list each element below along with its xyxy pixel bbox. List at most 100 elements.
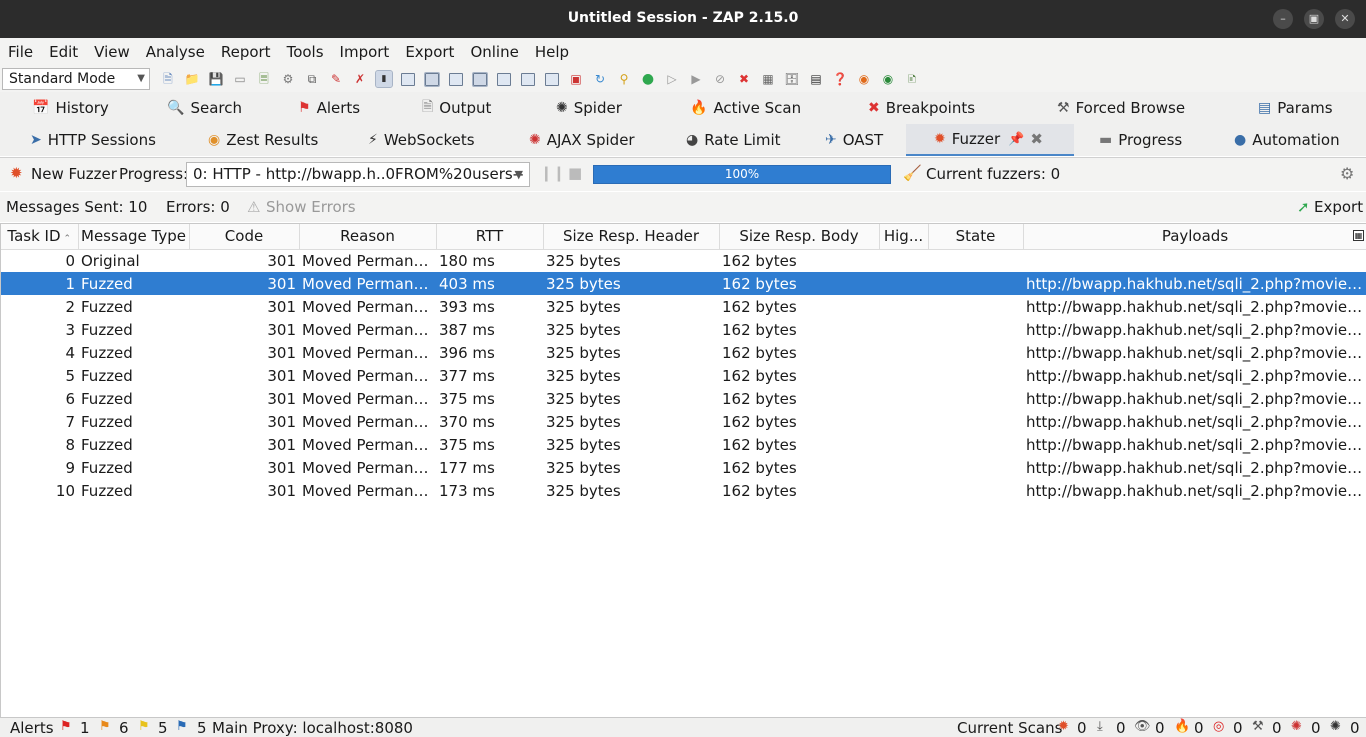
table-row[interactable]: 7 Fuzzed 301 Moved Permane... 370 ms 325 byte…	[1, 410, 1366, 433]
tab-http-sessions[interactable]: ➤ HTTP Sessions	[30, 124, 156, 156]
col-rtt[interactable]: RTT	[436, 224, 544, 250]
menu-help[interactable]: Help	[535, 43, 569, 61]
table-row[interactable]: 4 Fuzzed 301 Moved Permane... 396 ms 325 byte…	[1, 341, 1366, 364]
close-tab-icon[interactable]: ✖	[1030, 130, 1043, 148]
new-fuzzer-button[interactable]: New Fuzzer	[31, 165, 117, 183]
layout-expand-info-icon[interactable]	[424, 71, 440, 87]
save-session-icon[interactable]: 💾	[208, 71, 224, 87]
menu-view[interactable]: View	[94, 43, 130, 61]
tab-search[interactable]: 🔍 Search	[167, 92, 242, 124]
table-row[interactable]: 10 Fuzzed 301 Moved Permane... 173 ms 325 byt…	[1, 479, 1366, 502]
col-code[interactable]: Code	[189, 224, 300, 250]
tab-breakpoints[interactable]: ✖ Breakpoints	[868, 92, 975, 124]
col-state[interactable]: State	[928, 224, 1024, 250]
table-row[interactable]: 5 Fuzzed 301 Moved Permane... 377 ms 325 byte…	[1, 364, 1366, 387]
new-context-icon[interactable]: ✎	[328, 71, 344, 87]
table-row[interactable]: 3 Fuzzed 301 Moved Permane... 387 ms 325 byte…	[1, 318, 1366, 341]
drop-icon[interactable]: ⊘	[712, 71, 728, 87]
manual-request-icon[interactable]: 🗄	[784, 71, 800, 87]
refresh-icon[interactable]: ↻	[592, 71, 608, 87]
scan-icon[interactable]: ▦	[760, 71, 776, 87]
menu-report[interactable]: Report	[221, 43, 271, 61]
export-context-icon[interactable]: ⧉	[304, 71, 320, 87]
menu-online[interactable]: Online	[470, 43, 518, 61]
layout-top-icon[interactable]	[521, 72, 535, 86]
pause-icon[interactable]: ❙❙	[540, 164, 565, 182]
menu-file[interactable]: File	[8, 43, 33, 61]
layout-right-icon[interactable]	[545, 72, 559, 86]
tab-websockets[interactable]: ⚡ WebSockets	[368, 124, 475, 156]
maximize-button[interactable]: ▣	[1304, 9, 1324, 29]
tab-alerts[interactable]: ⚑ Alerts	[298, 92, 360, 124]
cell-task-id: 0	[65, 251, 75, 270]
table-row[interactable]: 0 Original 301 Moved Permane... 180 ms 325 by…	[1, 249, 1366, 272]
menu-edit[interactable]: Edit	[49, 43, 78, 61]
lightbulb-icon[interactable]: ⚲	[616, 71, 632, 87]
chrome-icon[interactable]: ◉	[880, 71, 896, 87]
menu-tools[interactable]: Tools	[287, 43, 324, 61]
table-row[interactable]: 6 Fuzzed 301 Moved Permane... 375 ms 325 byte…	[1, 387, 1366, 410]
new-session-icon[interactable]: 🗎	[160, 71, 176, 87]
continue-icon[interactable]: ▶	[688, 71, 704, 87]
menu-analyse[interactable]: Analyse	[146, 43, 205, 61]
menu-import[interactable]: Import	[340, 43, 390, 61]
tab-history[interactable]: 📅 History	[32, 92, 109, 124]
tab-automation[interactable]: ● Automation	[1234, 124, 1340, 156]
menu-export[interactable]: Export	[405, 43, 454, 61]
status-bar: Alerts ⚑ 1 ⚑ 6 ⚑ 5 ⚑ 5 Main Proxy: local…	[0, 717, 1366, 737]
show-errors-button[interactable]: Show Errors	[266, 198, 356, 216]
notes-icon[interactable]: 🗈	[904, 71, 920, 87]
scan-policy-icon[interactable]: ▣	[568, 71, 584, 87]
table-row[interactable]: 8 Fuzzed 301 Moved Permane... 375 ms 325 byte…	[1, 433, 1366, 456]
pin-icon[interactable]: 📌	[1008, 132, 1024, 147]
layout-tabs-icon[interactable]	[472, 71, 488, 87]
firefox-icon[interactable]: ◉	[856, 71, 872, 87]
properties-icon[interactable]: 🗏	[256, 71, 272, 87]
help-icon[interactable]: ❓	[832, 71, 848, 87]
snapshot-icon[interactable]: ▭	[232, 71, 248, 87]
col-size-resp-header[interactable]: Size Resp. Header	[543, 224, 720, 250]
close-window-button[interactable]: ✕	[1335, 9, 1355, 29]
minimize-button[interactable]: –	[1273, 9, 1293, 29]
step-icon[interactable]: ▷	[664, 71, 680, 87]
layout-left-icon[interactable]	[497, 72, 511, 86]
layout-expand-sites-icon[interactable]	[401, 72, 415, 86]
add-breakpoint-icon[interactable]: ✖	[736, 71, 752, 87]
tab-params[interactable]: ▤ Params	[1258, 92, 1333, 124]
col-payloads[interactable]: Payloads	[1023, 224, 1366, 250]
mode-select[interactable]: Standard Mode ▼	[2, 68, 150, 90]
options-gear-icon[interactable]: ⚙	[280, 71, 296, 87]
fuzzer-progress-select[interactable]: 0: HTTP - http://bwapp.h..0FROM%20users-…	[186, 162, 530, 187]
tab-forced-browse[interactable]: ⚒ Forced Browse	[1057, 92, 1185, 124]
tab-zest-results[interactable]: ◉ Zest Results	[208, 124, 318, 156]
break-on-all-icon[interactable]: ●	[640, 71, 656, 87]
col-message-type[interactable]: Message Type	[78, 224, 190, 250]
warning-icon: ⚠	[247, 198, 261, 216]
open-session-icon[interactable]: 📁	[184, 71, 200, 87]
col-size-resp-body[interactable]: Size Resp. Body	[719, 224, 880, 250]
tab-fuzzer[interactable]: ✹ Fuzzer 📌 ✖	[906, 124, 1074, 156]
column-picker-icon[interactable]: ▦	[1353, 230, 1364, 241]
tab-progress[interactable]: ▬ Progress	[1099, 124, 1182, 156]
table-row[interactable]: 2 Fuzzed 301 Moved Permane... 393 ms 325 byte…	[1, 295, 1366, 318]
tab-oast[interactable]: ✈ OAST	[825, 124, 883, 156]
col-reason[interactable]: Reason	[299, 224, 437, 250]
tab-ajax-spider[interactable]: ✺ AJAX Spider	[529, 124, 635, 156]
tab-output[interactable]: 🗎 Output	[422, 92, 491, 124]
col-task-id[interactable]: Task ID ⌃	[1, 224, 79, 250]
terminal-icon[interactable]: ▤	[808, 71, 824, 87]
table-row[interactable]: 9 Fuzzed 301 Moved Permane... 177 ms 325 byte…	[1, 456, 1366, 479]
cell-task-id: 2	[65, 297, 75, 316]
table-row[interactable]: 1 Fuzzed 301 Moved Permane... 403 ms 325 byte…	[1, 272, 1366, 295]
remove-context-icon[interactable]: ✗	[352, 71, 368, 87]
options-gear-icon[interactable]: ⚙	[1340, 164, 1354, 183]
layout-full-icon[interactable]	[449, 72, 463, 86]
tab-active-scan[interactable]: 🔥 Active Scan	[690, 92, 801, 124]
tab-spider[interactable]: ✺ Spider	[556, 92, 622, 124]
tab-rate-limit[interactable]: ◕ Rate Limit	[686, 124, 781, 156]
col-highest-alert[interactable]: Hig...	[879, 224, 929, 250]
export-button[interactable]: Export	[1314, 198, 1363, 216]
cell-task-id: 5	[65, 366, 75, 385]
http-toggle-icon[interactable]: ▮	[375, 70, 393, 88]
stop-icon[interactable]: ■	[568, 164, 582, 182]
